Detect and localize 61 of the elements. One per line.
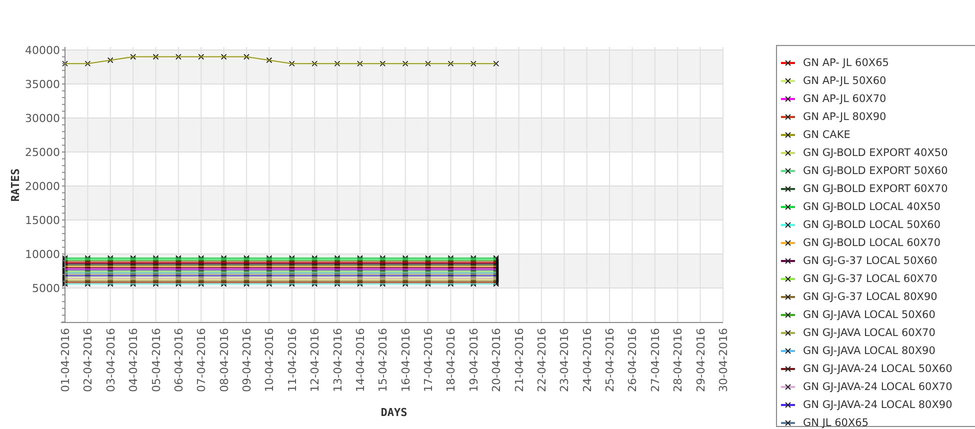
y-tick-label: 35000 — [25, 78, 60, 91]
legend-label: GN GJ-BOLD LOCAL 40X50 — [803, 201, 941, 213]
x-tick-label: 14-04-2016 — [354, 328, 367, 392]
x-tick-label: 13-04-2016 — [331, 328, 344, 392]
x-tick-label: 08-04-2016 — [218, 328, 231, 392]
x-tick-label: 22-04-2016 — [535, 328, 548, 392]
y-tick-label: 20000 — [25, 180, 60, 193]
x-tick-label: 24-04-2016 — [580, 328, 594, 392]
legend-label: GN GJ-JAVA-24 LOCAL 50X60 — [803, 363, 952, 375]
y-tick-label: 25000 — [25, 146, 60, 159]
x-tick-label: 10-04-2016 — [263, 328, 276, 392]
x-tick-label: 05-04-2016 — [150, 328, 163, 392]
x-tick-label: 17-04-2016 — [422, 328, 436, 392]
legend-label: GN GJ-JAVA-24 LOCAL 80X90 — [803, 399, 952, 411]
legend-label: GN AP-JL 60X70 — [803, 93, 886, 105]
legend-label: GN GJ-G-37 LOCAL 80X90 — [803, 291, 938, 303]
legend-label: GN AP- JL 60X65 — [803, 57, 889, 69]
legend-label: GN JL 60X65 — [803, 417, 869, 429]
y-tick-label: 40000 — [25, 44, 60, 57]
x-tick-label: 19-04-2016 — [467, 328, 480, 392]
x-tick-label: 20-04-2016 — [490, 328, 504, 392]
legend-label: GN GJ-BOLD EXPORT 60X70 — [803, 183, 948, 195]
y-tick-label: 5000 — [32, 282, 60, 295]
legend-label: GN AP-JL 80X90 — [803, 111, 886, 123]
y-tick-label: 10000 — [25, 248, 60, 261]
y-axis-title: RATES — [9, 168, 22, 202]
x-tick-label: 28-04-2016 — [672, 328, 685, 392]
x-tick-label: 21-04-2016 — [512, 328, 526, 392]
x-tick-label: 11-04-2016 — [286, 328, 299, 392]
y-tick-label: 30000 — [25, 112, 60, 125]
x-tick-label: 12-04-2016 — [308, 328, 322, 392]
x-axis-title: DAYS — [380, 406, 408, 419]
x-tick-label: 15-04-2016 — [376, 328, 390, 392]
x-tick-label: 03-04-2016 — [104, 328, 118, 392]
legend-label: GN GJ-BOLD EXPORT 50X60 — [803, 165, 948, 177]
x-tick-label: 18-04-2016 — [444, 328, 458, 392]
x-tick-label: 25-04-2016 — [604, 328, 617, 392]
x-tick-label: 29-04-2016 — [694, 328, 708, 392]
x-tick-label: 04-04-2016 — [127, 328, 140, 392]
x-tick-label: 01-04-2016 — [59, 328, 72, 392]
x-tick-label: 06-04-2016 — [172, 328, 186, 392]
legend-label: GN GJ-JAVA LOCAL 60X70 — [803, 327, 936, 339]
x-tick-label: 26-04-2016 — [626, 328, 640, 392]
legend-label: GN GJ-BOLD LOCAL 60X70 — [803, 237, 941, 249]
legend-label: GN GJ-JAVA-24 LOCAL 60X70 — [803, 381, 952, 393]
legend-label: GN GJ-G-37 LOCAL 50X60 — [803, 255, 938, 267]
x-tick-label: 09-04-2016 — [240, 328, 254, 392]
x-tick-label: 02-04-2016 — [82, 328, 95, 392]
legend-label: GN AP-JL 50X60 — [803, 75, 886, 87]
legend-label: GN GJ-JAVA LOCAL 50X60 — [803, 309, 936, 321]
legend-label: GN CAKE — [803, 129, 850, 141]
x-tick-label: 27-04-2016 — [648, 328, 662, 392]
y-tick-label: 15000 — [25, 214, 60, 227]
x-tick-label: 30-04-2016 — [717, 328, 730, 392]
x-tick-label: 23-04-2016 — [558, 328, 572, 392]
x-tick-label: 07-04-2016 — [195, 328, 208, 392]
legend-label: GN GJ-JAVA LOCAL 80X90 — [803, 345, 936, 357]
legend-label: GN GJ-BOLD EXPORT 40X50 — [803, 147, 948, 159]
legend-label: GN GJ-BOLD LOCAL 50X60 — [803, 219, 941, 231]
x-tick-label: 16-04-2016 — [399, 328, 412, 392]
legend-label: GN GJ-G-37 LOCAL 60X70 — [803, 273, 938, 285]
